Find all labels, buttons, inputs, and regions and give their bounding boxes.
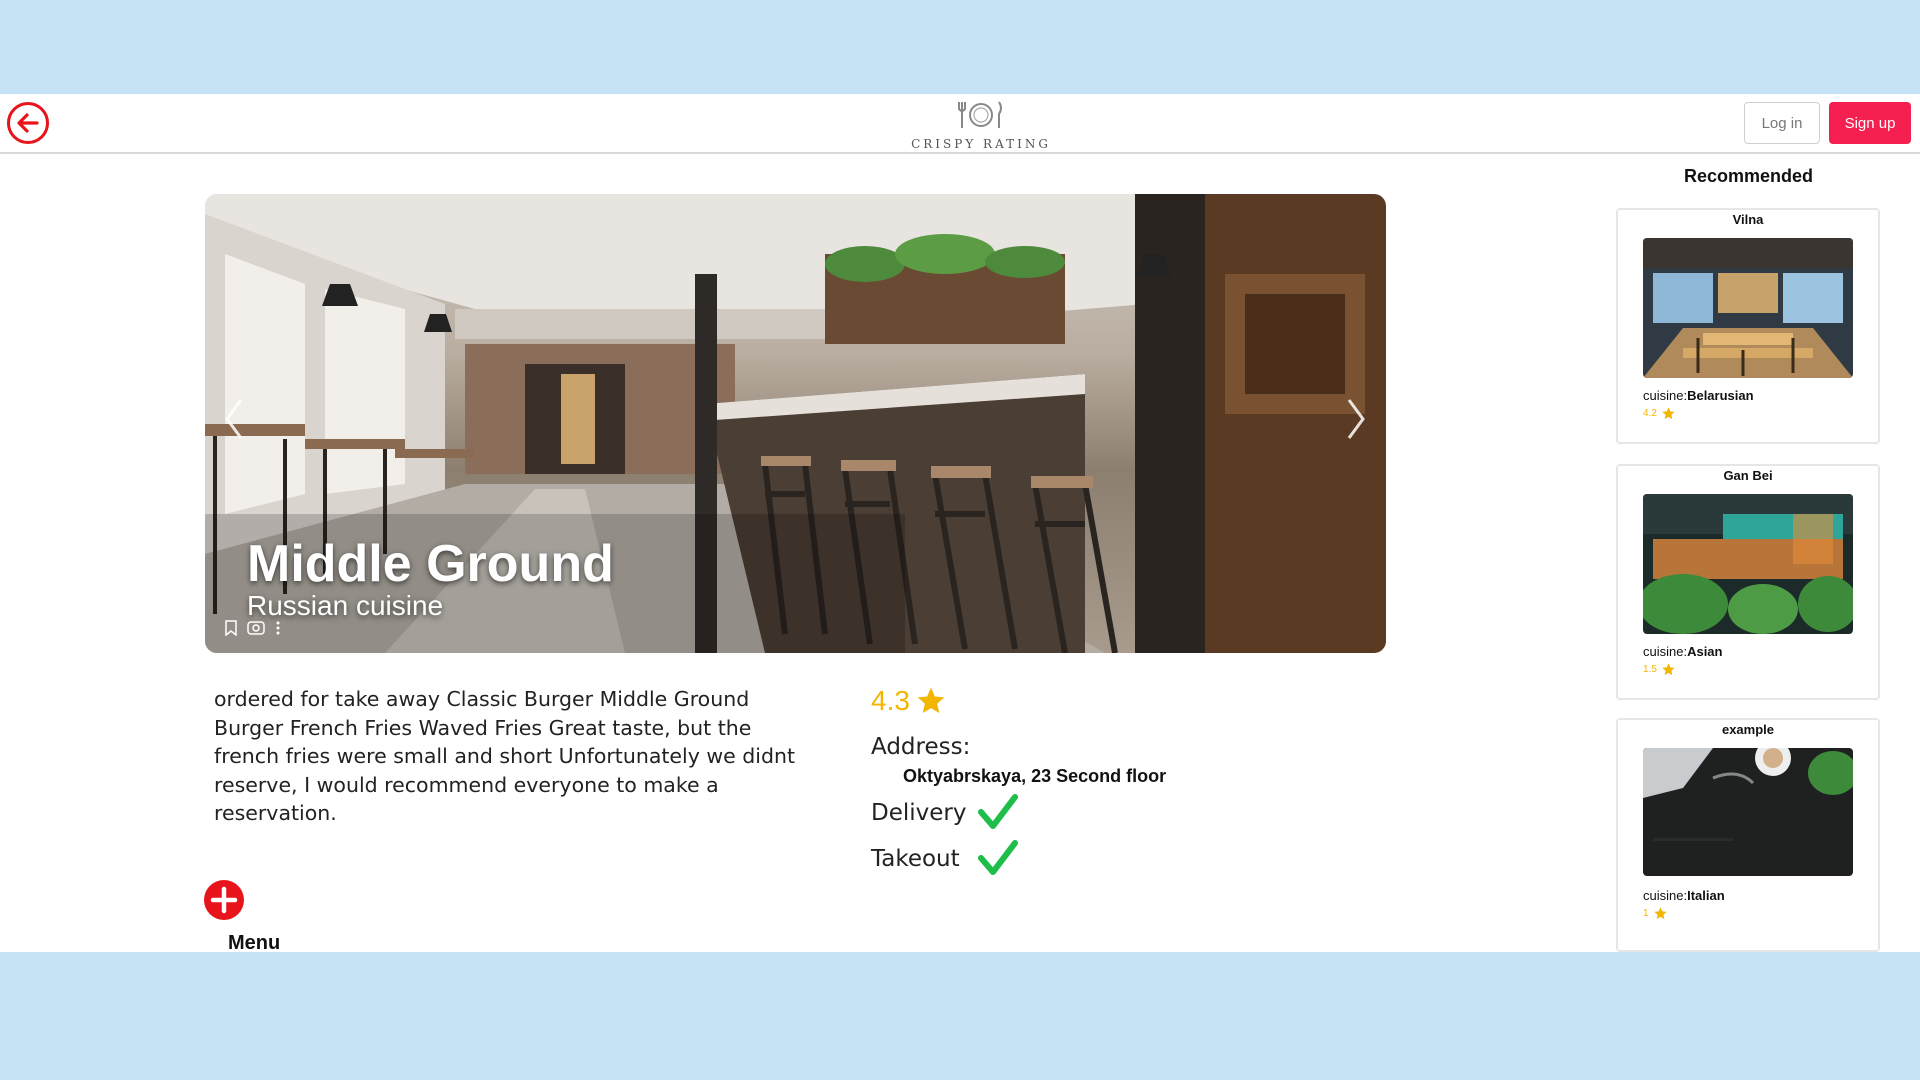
card-image xyxy=(1643,238,1853,378)
card-name: Vilna xyxy=(1732,212,1764,227)
more-vertical-icon[interactable] xyxy=(275,620,281,636)
recommended-title: Recommended xyxy=(1683,166,1814,186)
restaurant-name: Middle Ground xyxy=(247,535,614,593)
cutlery-plate-icon xyxy=(958,101,1002,128)
card-cuisine: cuisine:Italian xyxy=(1643,888,1725,903)
star-icon xyxy=(1662,407,1675,420)
arrow-left-icon xyxy=(17,113,39,133)
star-icon xyxy=(1662,663,1675,676)
bookmark-icon[interactable] xyxy=(225,620,237,636)
card-cuisine: cuisine:Asian xyxy=(1643,644,1723,659)
app-window: CRISPY RATING Log in Sign up Middle Grou… xyxy=(0,94,1920,952)
card-rating-value: 4.2 xyxy=(1643,408,1657,419)
chevron-left-icon xyxy=(225,399,243,439)
card-rating: 1 xyxy=(1643,906,1668,921)
review-text: ordered for take away Classic Burger Mid… xyxy=(214,687,796,825)
card-name: example xyxy=(1721,722,1775,737)
recommended-card[interactable]: Vilna cuisine:Belarusian 4.2 xyxy=(1616,208,1880,444)
card-cuisine-value: Asian xyxy=(1687,644,1723,659)
menu-label[interactable]: Menu xyxy=(228,932,280,952)
takeout-label: Takeout xyxy=(871,846,960,872)
chevron-right-icon xyxy=(1347,399,1365,439)
rating-value: 4.3 xyxy=(871,685,910,716)
recommended-card[interactable]: Gan Bei cuisine:Asian 1.5 xyxy=(1616,464,1880,700)
carousel-next-button[interactable] xyxy=(1341,394,1371,444)
delivery-label: Delivery xyxy=(871,800,967,826)
address-label: Address: xyxy=(871,734,971,760)
card-cuisine-value: Italian xyxy=(1687,888,1725,903)
rating: 4.3 xyxy=(871,685,948,717)
logo-text: CRISPY RATING xyxy=(911,137,1051,151)
back-button[interactable] xyxy=(7,102,49,144)
lens-icon[interactable] xyxy=(247,620,265,636)
card-cuisine-value: Belarusian xyxy=(1687,388,1754,403)
star-icon xyxy=(917,687,945,713)
image-toolbar xyxy=(217,614,317,642)
delivery-check-icon xyxy=(978,794,1018,829)
card-image xyxy=(1643,748,1853,876)
add-menu-button[interactable] xyxy=(204,880,244,920)
plus-icon xyxy=(210,886,238,914)
card-cuisine: cuisine:Belarusian xyxy=(1643,388,1754,403)
logo[interactable]: CRISPY RATING xyxy=(906,100,1056,152)
card-rating-value: 1.5 xyxy=(1643,664,1657,675)
address-value: Oktyabrskaya, 23 Second floor xyxy=(903,766,1167,786)
carousel-prev-button[interactable] xyxy=(219,394,249,444)
card-rating-value: 1 xyxy=(1643,908,1649,919)
card-name: Gan Bei xyxy=(1723,468,1773,483)
hero-carousel: Middle Ground Russian cuisine xyxy=(205,194,1386,653)
card-rating: 1.5 xyxy=(1643,662,1676,677)
star-icon xyxy=(1653,907,1667,920)
signup-button[interactable]: Sign up xyxy=(1829,102,1911,144)
card-image xyxy=(1643,494,1853,634)
login-button[interactable]: Log in xyxy=(1744,102,1820,144)
recommended-card[interactable]: example cuisine:Italian 1 xyxy=(1616,718,1880,952)
header-bar: CRISPY RATING Log in Sign up xyxy=(0,94,1920,154)
takeout-check-icon xyxy=(978,840,1018,875)
card-rating: 4.2 xyxy=(1643,406,1676,421)
